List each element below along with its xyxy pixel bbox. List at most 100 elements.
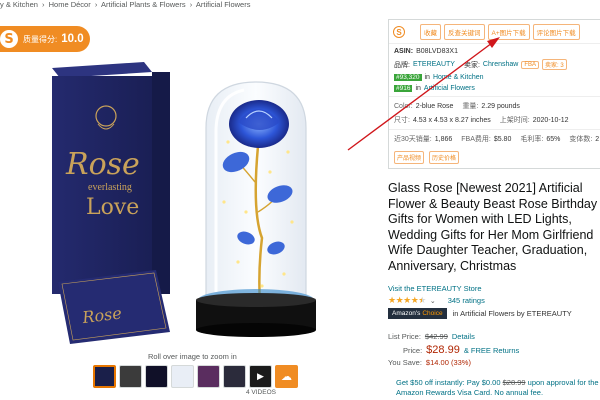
brand-label: 品牌: bbox=[394, 61, 410, 69]
date-label: 上架时间: bbox=[499, 117, 530, 124]
store-link[interactable]: Visit the ETEREAUTY Store bbox=[388, 284, 482, 293]
sales-value: 1,866 bbox=[434, 135, 453, 143]
rank-sub-in: in bbox=[415, 85, 421, 92]
box-rose-text: Rose bbox=[65, 147, 140, 182]
breadcrumb-item-home-decor[interactable]: Home Décor bbox=[49, 0, 91, 9]
upload-button[interactable]: ☁ bbox=[275, 365, 298, 388]
thumbnail-3[interactable] bbox=[145, 365, 168, 388]
product-title-line: Glass Rose [Newest 2021] Artificial bbox=[388, 181, 583, 195]
thumbnail-strip: ▶ ☁ bbox=[93, 365, 298, 388]
you-save-value: $14.00 (33%) bbox=[425, 358, 471, 367]
favorite-button[interactable]: 收藏 bbox=[420, 24, 441, 40]
color-value: 2-blue Rose bbox=[415, 102, 454, 110]
breadcrumb-item-artificial-flowers[interactable]: Artificial Flowers bbox=[196, 0, 251, 9]
breadcrumb: y & Kitchen › Home Décor › Artificial Pl… bbox=[0, 0, 380, 12]
video-thumbnail[interactable]: ▶ bbox=[249, 365, 272, 388]
margin-value: 65% bbox=[546, 135, 561, 143]
asin-label: ASIN: bbox=[394, 48, 414, 55]
thumbnail-1[interactable] bbox=[93, 365, 116, 388]
star-rating-icon[interactable]: ★★★★★ bbox=[388, 295, 426, 306]
breadcrumb-item-artificial-plants[interactable]: Artificial Plants & Flowers bbox=[101, 0, 186, 9]
size-label: 尺寸: bbox=[394, 117, 410, 124]
color-label: Color: bbox=[394, 102, 413, 110]
breadcrumb-separator: › bbox=[189, 0, 193, 9]
product-video-button[interactable]: 产品视频 bbox=[394, 151, 425, 164]
wooden-base bbox=[196, 289, 316, 337]
product-title-line: Gifts for Women with LED Lights, bbox=[388, 212, 572, 226]
variants-value: 2 bbox=[595, 135, 600, 143]
brand-link[interactable]: ETEREAUTY bbox=[413, 61, 455, 68]
seller-link[interactable]: Chrenshaw bbox=[483, 61, 518, 68]
fba-fee-label: FBA费用: bbox=[461, 136, 491, 143]
panel-logo-icon: S bbox=[393, 26, 405, 38]
thumbnail-2[interactable] bbox=[119, 365, 142, 388]
price-value: $28.99 bbox=[426, 344, 460, 356]
list-price-label: List Price: bbox=[388, 332, 421, 341]
product-title: Glass Rose [Newest 2021] Artificial Flow… bbox=[388, 181, 600, 274]
price-history-button[interactable]: 历史价格 bbox=[429, 151, 460, 164]
promo-text-line2: Amazon Rewards Visa Card. No annual fee. bbox=[396, 388, 544, 397]
product-main-image[interactable]: Rose everlasting Love Rose bbox=[48, 62, 368, 346]
breadcrumb-separator: › bbox=[94, 0, 98, 9]
visa-promo[interactable]: Get $50 off instantly: Pay $0.00 $28.99 … bbox=[396, 378, 599, 398]
weight-label: 重量: bbox=[462, 103, 479, 110]
product-title-line: Anniversary, Christmas bbox=[388, 258, 517, 273]
choice-suffix: Choice bbox=[422, 310, 443, 317]
quality-score-badge[interactable]: S 质量得分: 10.0 bbox=[0, 26, 90, 52]
thumbnail-6[interactable] bbox=[223, 365, 246, 388]
box-everlasting-text: everlasting bbox=[88, 182, 132, 193]
zoom-hint: Roll over image to zoom in bbox=[148, 352, 237, 361]
play-icon: ▶ bbox=[257, 371, 264, 381]
rating-row: ★★★★★ ⌄ 345 ratings bbox=[388, 295, 485, 306]
margin-label: 毛利率: bbox=[520, 136, 544, 143]
ratings-count-link[interactable]: 345 ratings bbox=[448, 296, 485, 305]
size-value: 4.53 x 4.53 x 8.27 inches bbox=[412, 116, 491, 124]
greeting-card: Rose bbox=[58, 270, 170, 344]
amazons-choice-badge: Amazon's Choice bbox=[388, 308, 447, 319]
date-value: 2020-10-12 bbox=[532, 116, 569, 124]
sales-label: 近30天销量: bbox=[394, 136, 432, 143]
rank-main-category[interactable]: Home & Kitchen bbox=[433, 74, 484, 81]
quality-score-value: 10.0 bbox=[61, 33, 84, 45]
seller-label: 卖家: bbox=[463, 61, 480, 69]
product-title-line: Flower & Beauty Beast Rose Birthday bbox=[388, 196, 598, 211]
breadcrumb-item-kitchen[interactable]: y & Kitchen bbox=[0, 0, 38, 9]
list-price-value: $42.99 bbox=[424, 332, 448, 341]
promo-text-a: Get $50 off instantly: Pay $0.00 bbox=[396, 378, 501, 387]
price-label: Price: bbox=[403, 346, 423, 355]
variants-label: 变体数: bbox=[569, 136, 593, 143]
product-title-line: Wedding Gifts for Her Mom Girlfriend bbox=[388, 227, 594, 242]
box-love-text: Love bbox=[86, 195, 139, 220]
choice-category-text: in Artificial Flowers by ETEREAUTY bbox=[452, 309, 572, 318]
thumbnail-5[interactable] bbox=[197, 365, 220, 388]
price-block: List Price: $42.99 Details Price: $28.99… bbox=[388, 332, 519, 370]
choice-prefix: Amazon's bbox=[392, 310, 421, 317]
amazons-choice-row: Amazon's Choice in Artificial Flowers by… bbox=[388, 308, 572, 319]
you-save-label: You Save: bbox=[388, 358, 422, 367]
thumbnail-4[interactable] bbox=[171, 365, 194, 388]
rank-main-in: in bbox=[424, 74, 430, 81]
review-image-download-button[interactable]: 评论图片下载 bbox=[532, 24, 580, 40]
product-research-panel: S 收藏 反查关键词 A+图片下载 评论图片下载 ASIN: B08LVD83X… bbox=[388, 19, 600, 169]
quality-score-label: 质量得分: bbox=[23, 34, 58, 44]
fba-tag: FBA bbox=[521, 60, 540, 69]
promo-text-b: upon approval for the bbox=[527, 378, 599, 387]
cloud-upload-icon: ☁ bbox=[281, 371, 292, 383]
breadcrumb-separator: › bbox=[42, 0, 45, 9]
rank-sub-category[interactable]: Artificial Flowers bbox=[424, 85, 475, 92]
free-returns-link[interactable]: & FREE Returns bbox=[464, 346, 519, 355]
videos-count-label: 4 VIDEOS bbox=[246, 389, 276, 396]
a-plus-image-download-button[interactable]: A+图片下载 bbox=[487, 24, 530, 40]
gift-box: Rose everlasting Love bbox=[52, 62, 170, 294]
seller-count-tag[interactable]: 卖家: 3 bbox=[542, 59, 567, 70]
asin-value: B08LVD83X1 bbox=[416, 48, 458, 55]
reverse-keyword-button[interactable]: 反查关键词 bbox=[444, 24, 485, 40]
details-link[interactable]: Details bbox=[452, 332, 475, 341]
fba-fee-value: $5.80 bbox=[493, 135, 512, 143]
extension-logo-icon: S bbox=[0, 30, 18, 48]
promo-strike-price: $28.99 bbox=[502, 378, 526, 387]
chevron-down-icon[interactable]: ⌄ bbox=[430, 297, 436, 305]
weight-value: 2.29 pounds bbox=[481, 102, 520, 110]
rose-head bbox=[229, 100, 289, 148]
product-title-line: Wife Daughter Teacher, Graduation, bbox=[388, 243, 588, 257]
